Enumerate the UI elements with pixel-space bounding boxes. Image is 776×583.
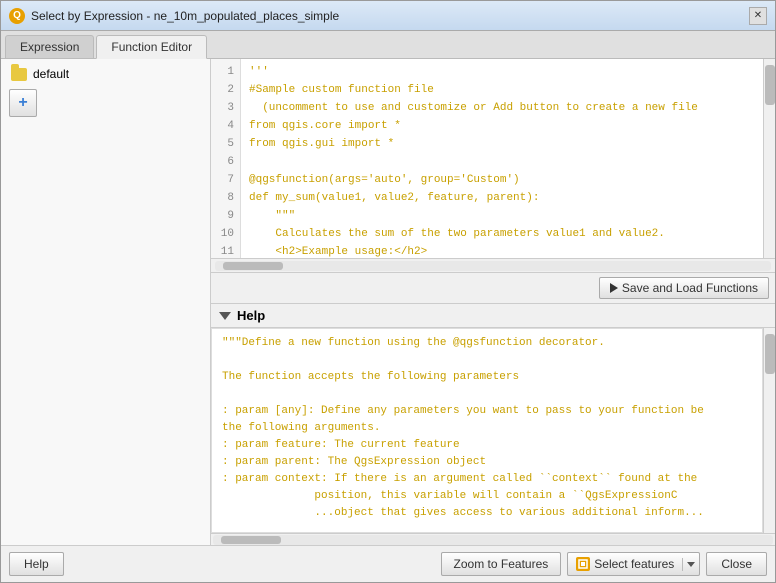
window-title: Select by Expression - ne_10m_populated_… xyxy=(31,9,743,23)
help-text[interactable]: """Define a new function using the @qgsf… xyxy=(211,328,763,533)
main-window: Q Select by Expression - ne_10m_populate… xyxy=(0,0,776,583)
line-numbers: 1 2 3 4 5 6 7 8 9 10 11 12 xyxy=(211,59,241,258)
select-features-dropdown[interactable] xyxy=(682,558,699,571)
window-close-button[interactable]: ✕ xyxy=(749,7,767,25)
help-vscrollbar-thumb[interactable] xyxy=(765,334,775,374)
save-load-button[interactable]: Save and Load Functions xyxy=(599,277,769,299)
content-area: default + 1 2 3 4 5 6 7 8 9 10 xyxy=(1,59,775,545)
tab-bar: Expression Function Editor xyxy=(1,31,775,59)
toolbar-row: Save and Load Functions xyxy=(211,273,775,304)
help-header: Help xyxy=(211,304,775,328)
zoom-to-features-button[interactable]: Zoom to Features xyxy=(441,552,562,576)
title-bar: Q Select by Expression - ne_10m_populate… xyxy=(1,1,775,31)
code-hscrollbar-thumb[interactable] xyxy=(223,262,283,270)
close-button[interactable]: Close xyxy=(706,552,767,576)
code-hscrollbar-track xyxy=(215,261,771,271)
sidebar-item-default[interactable]: default xyxy=(5,63,206,85)
sidebar: default + xyxy=(1,59,211,545)
save-load-label: Save and Load Functions xyxy=(622,281,758,295)
collapse-icon[interactable] xyxy=(219,312,231,320)
sidebar-item-label: default xyxy=(33,67,69,81)
help-hscrollbar-thumb[interactable] xyxy=(221,536,281,544)
app-icon: Q xyxy=(9,8,25,24)
select-features-button[interactable]: Select features xyxy=(567,552,700,576)
help-hscrollbar-track xyxy=(213,535,773,545)
help-title: Help xyxy=(237,308,265,323)
play-icon xyxy=(610,283,618,293)
code-editor: 1 2 3 4 5 6 7 8 9 10 11 12 ''' #Sample c… xyxy=(211,59,775,259)
main-panel: 1 2 3 4 5 6 7 8 9 10 11 12 ''' #Sample c… xyxy=(211,59,775,545)
help-body: """Define a new function using the @qgsf… xyxy=(211,328,775,533)
bottom-bar: Help Zoom to Features Select features Cl… xyxy=(1,545,775,582)
code-text[interactable]: ''' #Sample custom function file (uncomm… xyxy=(241,59,763,258)
code-vscrollbar[interactable] xyxy=(763,59,775,258)
code-vscrollbar-thumb[interactable] xyxy=(765,65,775,105)
help-section: Help """Define a new function using the … xyxy=(211,304,775,545)
help-button[interactable]: Help xyxy=(9,552,64,576)
sidebar-bottom: + xyxy=(5,85,206,125)
tab-expression[interactable]: Expression xyxy=(5,35,94,58)
tab-function-editor[interactable]: Function Editor xyxy=(96,35,207,59)
select-icon xyxy=(576,557,590,571)
select-features-main[interactable]: Select features xyxy=(568,553,682,575)
folder-icon xyxy=(11,68,27,81)
dropdown-arrow-icon xyxy=(687,562,695,567)
add-button[interactable]: + xyxy=(9,89,37,117)
help-vscrollbar[interactable] xyxy=(763,328,775,533)
code-hscrollbar[interactable] xyxy=(211,259,775,273)
help-hscrollbar[interactable] xyxy=(211,533,775,545)
